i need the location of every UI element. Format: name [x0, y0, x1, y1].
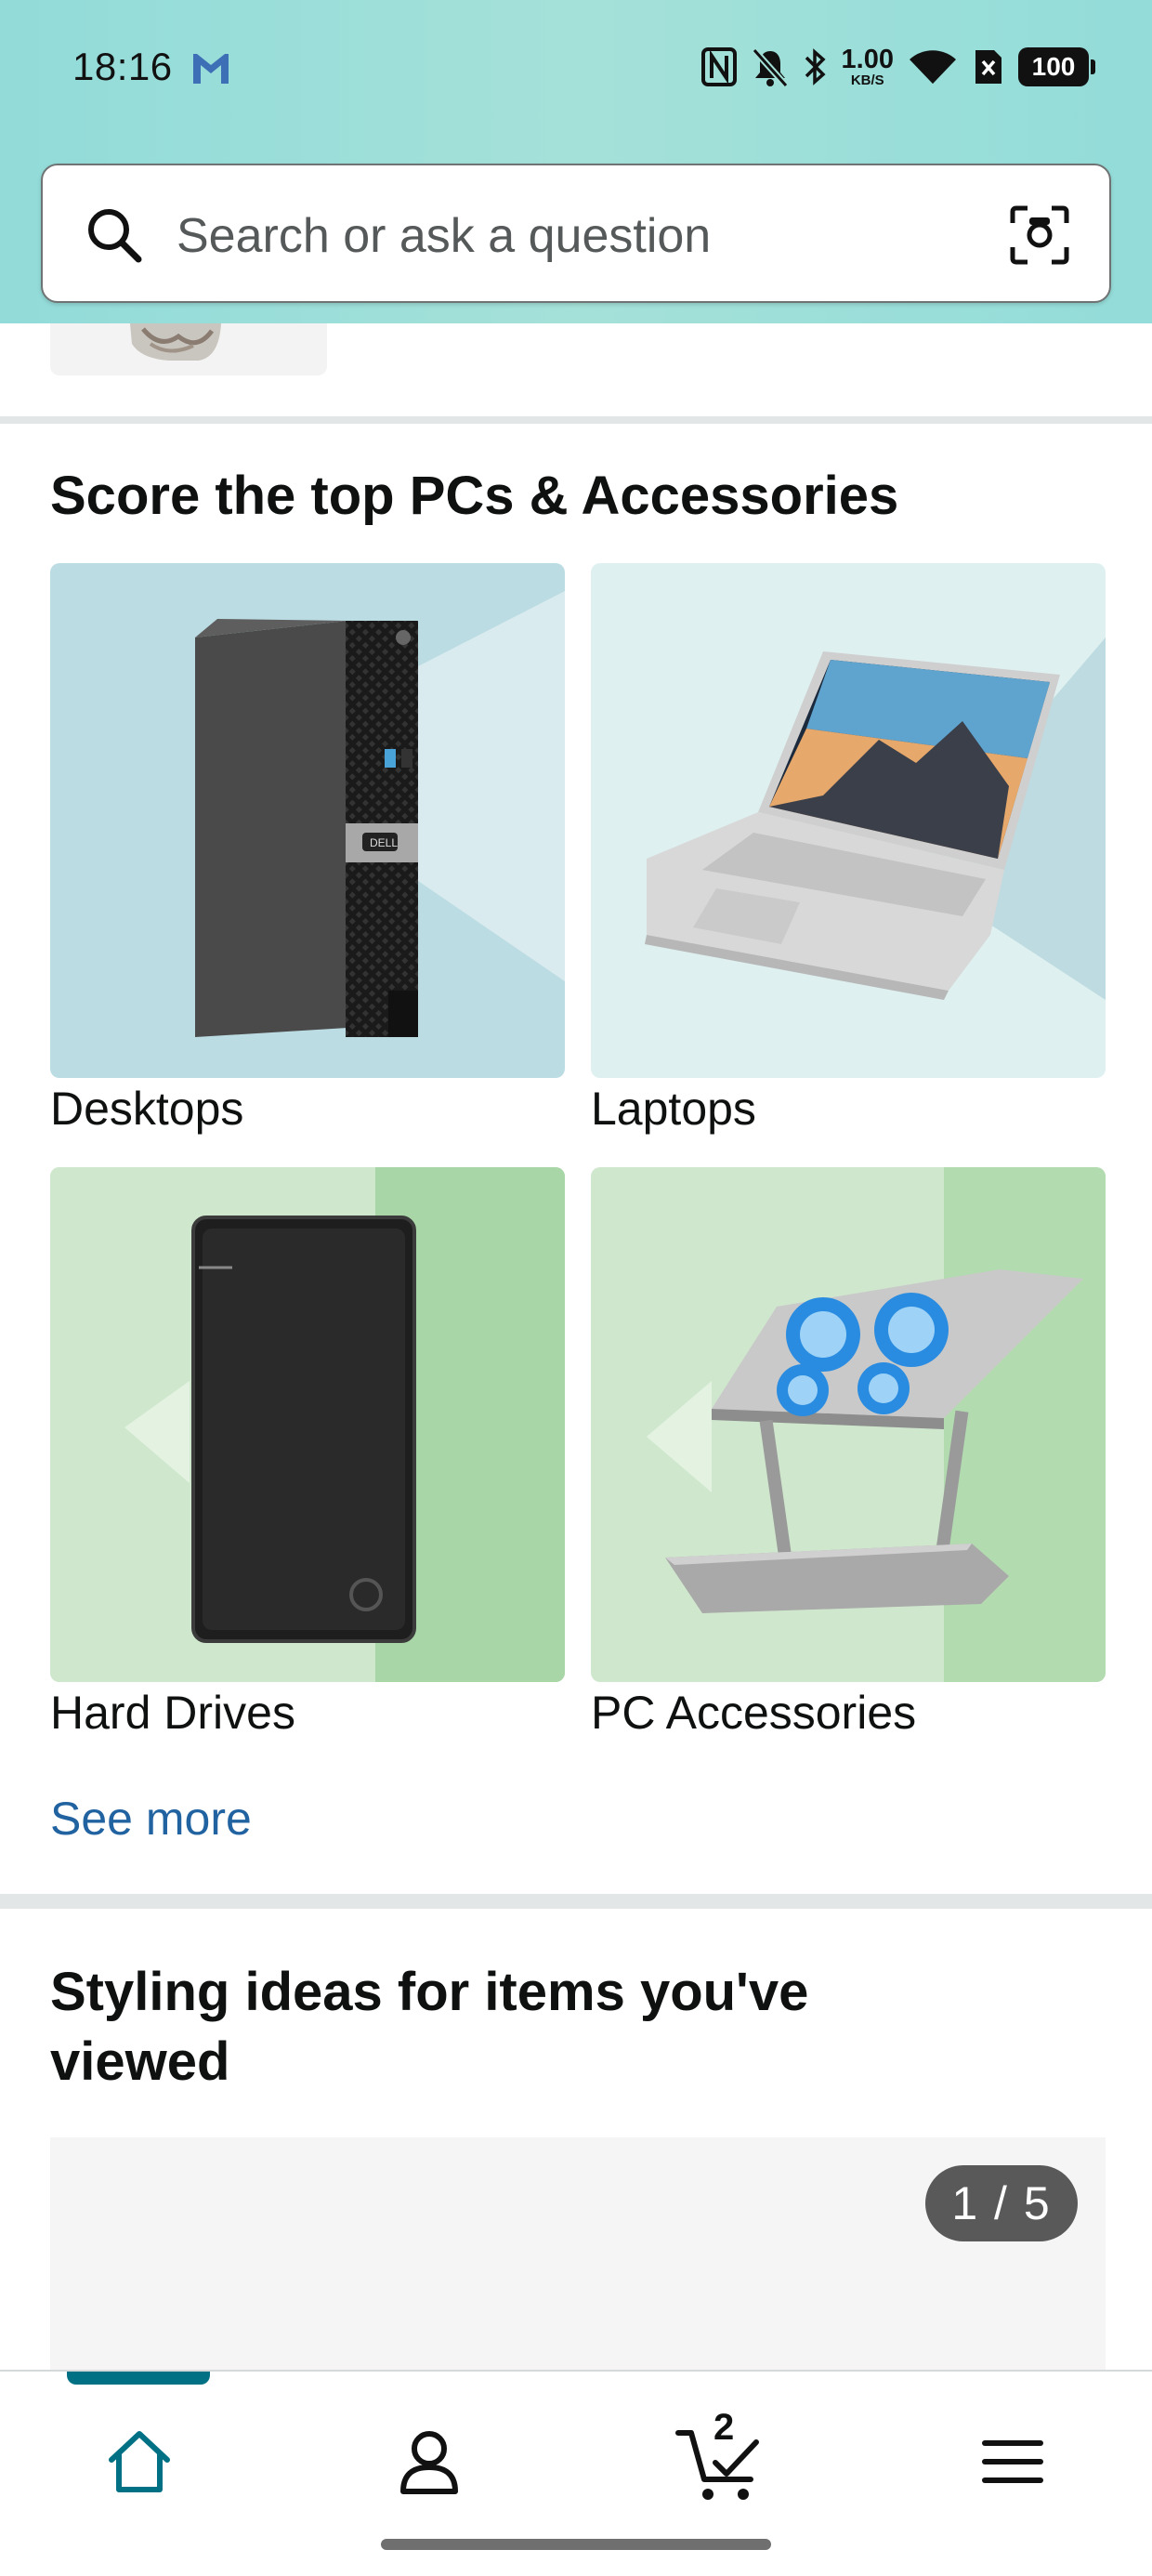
gmail-icon: [193, 54, 229, 84]
cart-count-badge: 2: [713, 2407, 735, 2448]
svg-text:DELL: DELL: [370, 836, 398, 849]
tile-label-hard-drives: Hard Drives: [50, 1687, 295, 1739]
bell-muted-icon: [751, 46, 790, 87]
bluetooth-icon: [803, 46, 829, 87]
laptop-image: [591, 563, 1106, 1078]
nav-cart[interactable]: 2: [665, 2407, 777, 2513]
tile-laptops[interactable]: [591, 563, 1106, 1078]
previous-item-card[interactable]: [50, 323, 327, 375]
wifi-icon: [907, 46, 959, 87]
home-icon: [109, 2431, 170, 2492]
status-time: 18:16: [72, 45, 173, 88]
tile-label-desktops: Desktops: [50, 1083, 244, 1135]
app-header: 18:16 1.00 KB/S 100 Search or ask a ques…: [0, 0, 1152, 323]
tile-label-laptops: Laptops: [591, 1083, 756, 1135]
tile-desktops[interactable]: DELL: [50, 563, 565, 1078]
status-bar: 18:16 1.00 KB/S 100: [0, 0, 1152, 139]
nfc-icon: [700, 46, 738, 87]
section-divider: [0, 416, 1152, 424]
tile-label-pc-accessories: PC Accessories: [591, 1687, 917, 1739]
section-title-styling: Styling ideas for items you've viewed: [50, 1962, 809, 2093]
see-more-link[interactable]: See more: [50, 1792, 252, 1846]
nav-account[interactable]: [373, 2411, 485, 2513]
product-thumbnail: [130, 323, 221, 361]
status-icons: 1.00 KB/S 100: [700, 41, 1095, 93]
amazon-home-page: 18:16 1.00 KB/S 100 Search or ask a ques…: [0, 0, 1152, 2576]
battery-icon: 100: [1018, 47, 1095, 86]
sim-x-icon: [972, 46, 1005, 87]
section-divider: [0, 1894, 1152, 1909]
search-input[interactable]: Search or ask a question: [177, 208, 711, 264]
camera-scan-icon[interactable]: [1009, 204, 1070, 266]
network-speed: 1.00 KB/S: [841, 45, 894, 88]
laptop-stand-image: [591, 1167, 1106, 1682]
search-icon: [88, 209, 142, 263]
active-tab-indicator: [67, 2372, 210, 2385]
gesture-home-bar[interactable]: [381, 2539, 771, 2550]
hamburger-menu-icon: [982, 2440, 1043, 2483]
nav-menu[interactable]: [957, 2411, 1068, 2513]
desktop-tower-image: DELL: [50, 563, 565, 1078]
person-icon: [400, 2431, 458, 2494]
tile-hard-drives[interactable]: [50, 1167, 565, 1682]
external-hard-drive-image: [50, 1167, 565, 1682]
search-bar[interactable]: Search or ask a question: [41, 164, 1111, 303]
carousel-pager: 1 / 5: [925, 2165, 1078, 2241]
nav-home[interactable]: [84, 2411, 195, 2513]
section-title-pcs: Score the top PCs & Accessories: [50, 466, 899, 526]
tile-pc-accessories[interactable]: [591, 1167, 1106, 1682]
